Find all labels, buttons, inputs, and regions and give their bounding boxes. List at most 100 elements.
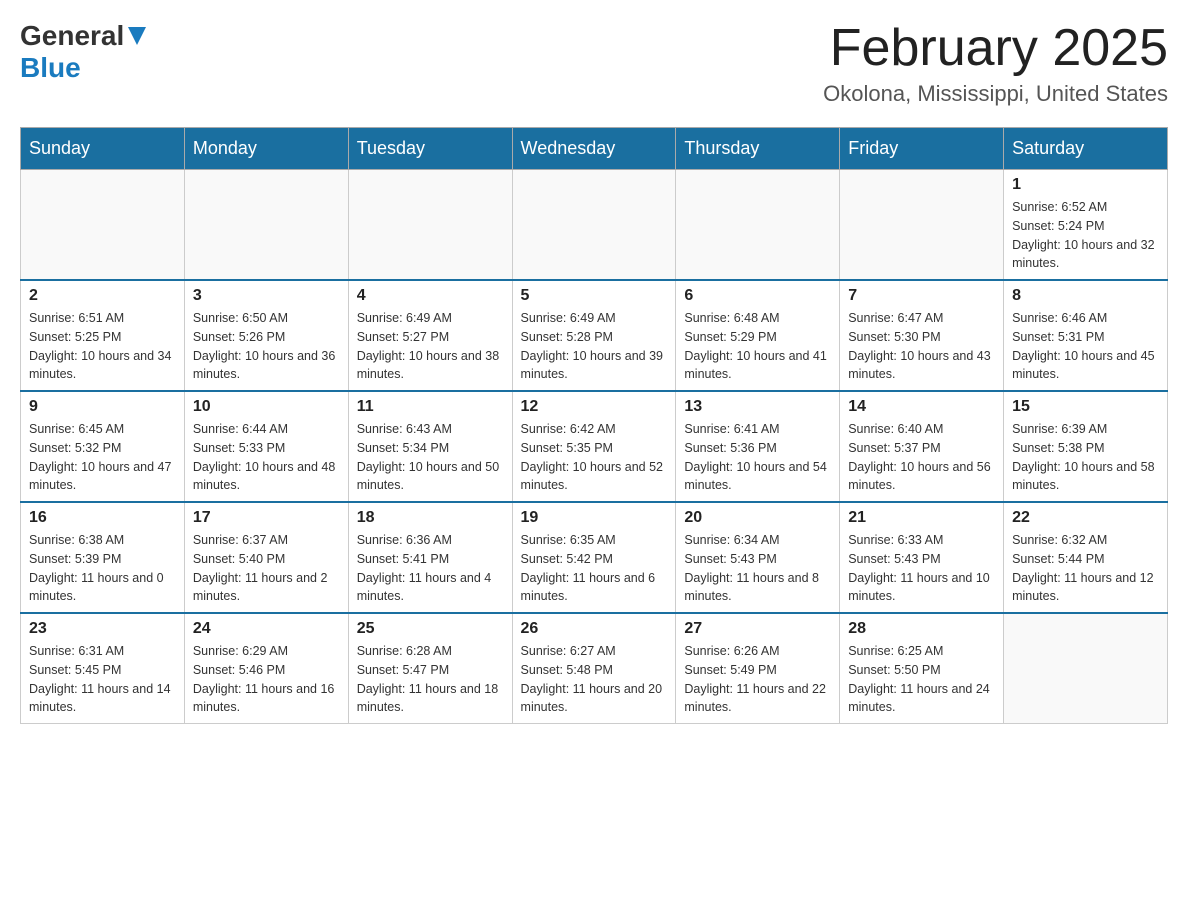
day-info: Sunrise: 6:34 AMSunset: 5:43 PMDaylight:… xyxy=(684,531,831,606)
calendar-cell xyxy=(21,170,185,281)
day-number: 7 xyxy=(848,287,995,305)
calendar-header-row: SundayMondayTuesdayWednesdayThursdayFrid… xyxy=(21,128,1168,170)
day-number: 4 xyxy=(357,287,504,305)
day-info: Sunrise: 6:45 AMSunset: 5:32 PMDaylight:… xyxy=(29,420,176,495)
calendar-cell xyxy=(1004,613,1168,724)
calendar-cell: 16 Sunrise: 6:38 AMSunset: 5:39 PMDayligh… xyxy=(21,502,185,613)
day-number: 18 xyxy=(357,509,504,527)
day-info: Sunrise: 6:43 AMSunset: 5:34 PMDaylight:… xyxy=(357,420,504,495)
calendar-cell xyxy=(676,170,840,281)
logo-triangle-icon xyxy=(128,27,146,50)
calendar-cell: 24 Sunrise: 6:29 AMSunset: 5:46 PMDayligh… xyxy=(184,613,348,724)
day-header-monday: Monday xyxy=(184,128,348,170)
day-info: Sunrise: 6:50 AMSunset: 5:26 PMDaylight:… xyxy=(193,309,340,384)
month-title: February 2025 xyxy=(823,20,1168,77)
calendar-cell: 26Sunrise: 6:27 AMSunset: 5:48 PMDayligh… xyxy=(512,613,676,724)
day-number: 28 xyxy=(848,620,995,638)
calendar-cell: 13Sunrise: 6:41 AMSunset: 5:36 PMDayligh… xyxy=(676,391,840,502)
calendar-week-row: 2 Sunrise: 6:51 AMSunset: 5:25 PMDaylight… xyxy=(21,280,1168,391)
calendar-cell: 1 Sunrise: 6:52 AMSunset: 5:24 PMDaylight… xyxy=(1004,170,1168,281)
day-number: 17 xyxy=(193,509,340,527)
calendar-week-row: 1 Sunrise: 6:52 AMSunset: 5:24 PMDaylight… xyxy=(21,170,1168,281)
calendar-cell xyxy=(348,170,512,281)
day-number: 20 xyxy=(684,509,831,527)
calendar-cell: 21Sunrise: 6:33 AMSunset: 5:43 PMDayligh… xyxy=(840,502,1004,613)
calendar-cell xyxy=(840,170,1004,281)
day-info: Sunrise: 6:26 AMSunset: 5:49 PMDaylight:… xyxy=(684,642,831,717)
calendar-cell xyxy=(512,170,676,281)
calendar-week-row: 16 Sunrise: 6:38 AMSunset: 5:39 PMDayligh… xyxy=(21,502,1168,613)
day-number: 15 xyxy=(1012,398,1159,416)
day-info: Sunrise: 6:36 AMSunset: 5:41 PMDaylight:… xyxy=(357,531,504,606)
day-number: 21 xyxy=(848,509,995,527)
calendar-cell: 25 Sunrise: 6:28 AMSunset: 5:47 PMDayligh… xyxy=(348,613,512,724)
day-number: 24 xyxy=(193,620,340,638)
day-info: Sunrise: 6:49 AMSunset: 5:28 PMDaylight:… xyxy=(521,309,668,384)
calendar-cell: 20 Sunrise: 6:34 AMSunset: 5:43 PMDayligh… xyxy=(676,502,840,613)
day-header-friday: Friday xyxy=(840,128,1004,170)
day-number: 9 xyxy=(29,398,176,416)
day-number: 5 xyxy=(521,287,668,305)
calendar-cell: 18 Sunrise: 6:36 AMSunset: 5:41 PMDayligh… xyxy=(348,502,512,613)
calendar-cell: 6 Sunrise: 6:48 AMSunset: 5:29 PMDaylight… xyxy=(676,280,840,391)
day-number: 3 xyxy=(193,287,340,305)
day-info: Sunrise: 6:47 AMSunset: 5:30 PMDaylight:… xyxy=(848,309,995,384)
day-info: Sunrise: 6:40 AMSunset: 5:37 PMDaylight:… xyxy=(848,420,995,495)
day-number: 10 xyxy=(193,398,340,416)
calendar-cell: 23 Sunrise: 6:31 AMSunset: 5:45 PMDayligh… xyxy=(21,613,185,724)
day-header-wednesday: Wednesday xyxy=(512,128,676,170)
calendar-cell: 27 Sunrise: 6:26 AMSunset: 5:49 PMDayligh… xyxy=(676,613,840,724)
day-info: Sunrise: 6:41 AMSunset: 5:36 PMDaylight:… xyxy=(684,420,831,495)
day-info: Sunrise: 6:25 AMSunset: 5:50 PMDaylight:… xyxy=(848,642,995,717)
calendar-cell: 28 Sunrise: 6:25 AMSunset: 5:50 PMDayligh… xyxy=(840,613,1004,724)
day-info: Sunrise: 6:35 AMSunset: 5:42 PMDaylight:… xyxy=(521,531,668,606)
day-info: Sunrise: 6:44 AMSunset: 5:33 PMDaylight:… xyxy=(193,420,340,495)
page-header: General Blue February 2025 Okolona, Miss… xyxy=(20,20,1168,107)
calendar-week-row: 9 Sunrise: 6:45 AMSunset: 5:32 PMDaylight… xyxy=(21,391,1168,502)
day-header-thursday: Thursday xyxy=(676,128,840,170)
day-info: Sunrise: 6:52 AMSunset: 5:24 PMDaylight:… xyxy=(1012,198,1159,273)
day-number: 2 xyxy=(29,287,176,305)
calendar-cell: 17Sunrise: 6:37 AMSunset: 5:40 PMDayligh… xyxy=(184,502,348,613)
logo-general-text: General xyxy=(20,20,124,52)
calendar-cell: 10 Sunrise: 6:44 AMSunset: 5:33 PMDayligh… xyxy=(184,391,348,502)
calendar-cell xyxy=(184,170,348,281)
calendar-cell: 7 Sunrise: 6:47 AMSunset: 5:30 PMDaylight… xyxy=(840,280,1004,391)
day-info: Sunrise: 6:49 AMSunset: 5:27 PMDaylight:… xyxy=(357,309,504,384)
day-info: Sunrise: 6:38 AMSunset: 5:39 PMDaylight:… xyxy=(29,531,176,606)
calendar-cell: 12 Sunrise: 6:42 AMSunset: 5:35 PMDayligh… xyxy=(512,391,676,502)
day-number: 25 xyxy=(357,620,504,638)
day-header-tuesday: Tuesday xyxy=(348,128,512,170)
day-number: 1 xyxy=(1012,176,1159,194)
calendar-cell: 14 Sunrise: 6:40 AMSunset: 5:37 PMDayligh… xyxy=(840,391,1004,502)
logo: General Blue xyxy=(20,20,146,84)
day-info: Sunrise: 6:27 AMSunset: 5:48 PMDaylight:… xyxy=(521,642,668,717)
day-number: 16 xyxy=(29,509,176,527)
day-info: Sunrise: 6:31 AMSunset: 5:45 PMDaylight:… xyxy=(29,642,176,717)
day-info: Sunrise: 6:48 AMSunset: 5:29 PMDaylight:… xyxy=(684,309,831,384)
calendar-table: SundayMondayTuesdayWednesdayThursdayFrid… xyxy=(20,127,1168,724)
day-number: 11 xyxy=(357,398,504,416)
calendar-cell: 22Sunrise: 6:32 AMSunset: 5:44 PMDayligh… xyxy=(1004,502,1168,613)
day-number: 14 xyxy=(848,398,995,416)
day-header-sunday: Sunday xyxy=(21,128,185,170)
day-info: Sunrise: 6:42 AMSunset: 5:35 PMDaylight:… xyxy=(521,420,668,495)
day-info: Sunrise: 6:28 AMSunset: 5:47 PMDaylight:… xyxy=(357,642,504,717)
day-number: 23 xyxy=(29,620,176,638)
calendar-cell: 19 Sunrise: 6:35 AMSunset: 5:42 PMDayligh… xyxy=(512,502,676,613)
day-header-saturday: Saturday xyxy=(1004,128,1168,170)
day-number: 6 xyxy=(684,287,831,305)
location-text: Okolona, Mississippi, United States xyxy=(823,81,1168,107)
day-number: 12 xyxy=(521,398,668,416)
day-info: Sunrise: 6:46 AMSunset: 5:31 PMDaylight:… xyxy=(1012,309,1159,384)
day-number: 27 xyxy=(684,620,831,638)
day-info: Sunrise: 6:29 AMSunset: 5:46 PMDaylight:… xyxy=(193,642,340,717)
calendar-week-row: 23 Sunrise: 6:31 AMSunset: 5:45 PMDayligh… xyxy=(21,613,1168,724)
calendar-cell: 15 Sunrise: 6:39 AMSunset: 5:38 PMDayligh… xyxy=(1004,391,1168,502)
day-number: 19 xyxy=(521,509,668,527)
day-info: Sunrise: 6:51 AMSunset: 5:25 PMDaylight:… xyxy=(29,309,176,384)
calendar-cell: 4 Sunrise: 6:49 AMSunset: 5:27 PMDaylight… xyxy=(348,280,512,391)
day-number: 8 xyxy=(1012,287,1159,305)
day-info: Sunrise: 6:39 AMSunset: 5:38 PMDaylight:… xyxy=(1012,420,1159,495)
calendar-cell: 2 Sunrise: 6:51 AMSunset: 5:25 PMDaylight… xyxy=(21,280,185,391)
